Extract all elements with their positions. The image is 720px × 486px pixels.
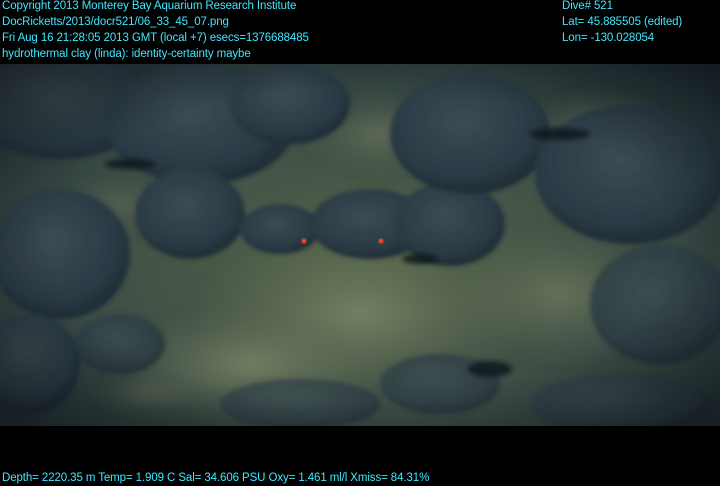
annotation-text: hydrothermal clay (linda): identity-cert…: [2, 48, 251, 60]
laser-point-right: [379, 239, 383, 243]
seafloor-photo: [0, 64, 720, 426]
file-path-text: DocRicketts/2013/docr521/06_33_45_07.png: [2, 16, 229, 28]
datetime-text: Fri Aug 16 21:28:05 2013 GMT (local +7) …: [2, 32, 309, 44]
longitude-text: Lon= -130.028054: [562, 32, 655, 44]
latitude-text: Lat= 45.885505 (edited): [562, 16, 683, 28]
laser-point-left: [302, 239, 306, 243]
sensor-readout-text: Depth= 2220.35 m Temp= 1.909 C Sal= 34.6…: [2, 472, 430, 484]
copyright-text: Copyright 2013 Monterey Bay Aquarium Res…: [2, 0, 297, 12]
dive-number-text: Dive# 521: [562, 0, 613, 12]
